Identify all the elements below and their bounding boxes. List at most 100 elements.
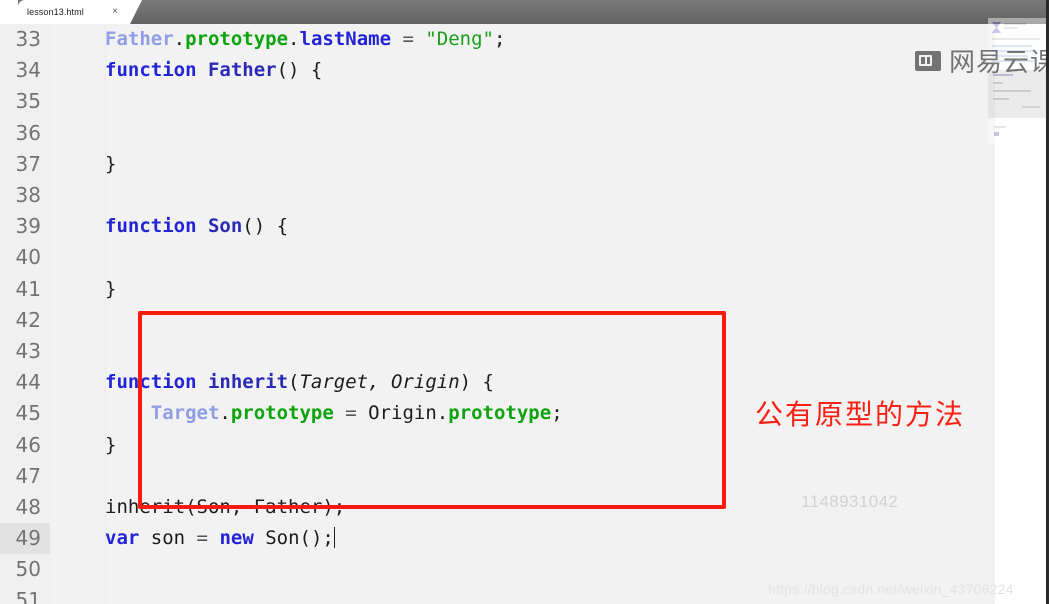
tab-lesson13-html[interactable]: lesson13.html × <box>18 0 142 24</box>
code-token: ( <box>288 371 300 394</box>
tab-label: lesson13.html <box>27 7 84 17</box>
code-line[interactable]: 33 Father.prototype.lastName = "Deng"; <box>0 24 995 55</box>
line-number: 33 <box>15 27 41 52</box>
netease-watermark: 网易云课 <box>915 42 1049 79</box>
line-number: 50 <box>15 557 41 582</box>
code-token: ; <box>493 28 506 51</box>
source-url-watermark: https://blog.csdn.net/weixin_43706224 <box>768 581 1014 597</box>
code-token: "Deng" <box>425 28 494 51</box>
code-token: Father <box>105 28 174 51</box>
code-token: Father <box>207 59 277 82</box>
line-number: 49 <box>0 523 50 555</box>
line-number: 39 <box>15 214 41 239</box>
ghost-line <box>993 90 1031 92</box>
code-line[interactable]: 38 <box>0 180 995 211</box>
line-number: 35 <box>15 89 41 114</box>
line-number: 45 <box>15 401 41 426</box>
code-token: = <box>333 402 369 425</box>
code-token <box>333 527 335 549</box>
code-token: function <box>105 59 208 82</box>
ghost-line <box>994 132 999 136</box>
code-token: inherit <box>207 371 289 394</box>
line-number: 37 <box>15 151 41 176</box>
code-token: Target <box>150 402 220 425</box>
code-line[interactable]: 43 <box>0 336 995 367</box>
line-number: 34 <box>15 58 41 83</box>
ghost-line <box>993 82 1003 84</box>
code-line[interactable]: 37} <box>0 149 995 180</box>
code-token: } <box>105 433 117 456</box>
line-number: 40 <box>15 245 41 270</box>
code-line[interactable]: 34 function Father() { <box>0 55 995 86</box>
code-token: prototype <box>448 402 552 425</box>
code-token: = <box>196 527 208 550</box>
ghost-page-overlay <box>988 18 1046 144</box>
line-number: 43 <box>15 338 41 363</box>
code-token: ) { <box>459 371 494 394</box>
code-token: lastName <box>299 28 392 51</box>
code-token: . <box>436 402 449 425</box>
code-token: prototype <box>185 28 289 51</box>
editor-tab-bar: lesson13.html × <box>0 0 1046 24</box>
code-line[interactable]: 41} <box>0 274 995 305</box>
code-line-text: var son = new Son(); <box>50 523 995 554</box>
code-token: . <box>219 402 231 425</box>
code-token: } <box>105 152 117 175</box>
line-number: 41 <box>15 276 41 301</box>
code-token: () { <box>276 59 323 82</box>
code-token: Origin <box>368 402 437 425</box>
code-line-text: } <box>50 274 995 305</box>
code-line[interactable]: 39 function Son() { <box>0 211 995 242</box>
code-line[interactable]: 49 var son = new Son(); <box>0 523 995 555</box>
code-token: ; <box>551 402 563 425</box>
code-token: Target, Origin <box>299 371 460 394</box>
code-line[interactable]: 40 <box>0 242 995 273</box>
code-token: function <box>105 215 208 238</box>
code-token: function <box>105 371 208 394</box>
netease-watermark-text: 网易云课 <box>949 48 1049 78</box>
code-token: . <box>288 28 300 51</box>
ghost-line <box>993 98 1009 100</box>
line-number: 47 <box>15 463 41 488</box>
code-lines[interactable]: 33 Father.prototype.lastName = "Deng"; 34 f… <box>0 24 995 604</box>
line-number: 44 <box>15 370 41 395</box>
close-icon[interactable]: × <box>112 7 118 17</box>
tab-bar-left-cap <box>0 0 18 24</box>
code-line-text: function Father() { <box>50 55 995 86</box>
book-screen-icon <box>915 50 941 71</box>
code-token: Son(); <box>253 527 334 550</box>
code-line[interactable]: 36 <box>0 118 995 149</box>
screenshot-root: lesson13.html × 33 Father.prototype.lastN… <box>0 0 1049 604</box>
ghost-line <box>1022 106 1040 108</box>
code-token: } <box>105 277 117 300</box>
code-editor[interactable]: 33 Father.prototype.lastName = "Deng"; 34 f… <box>0 24 995 604</box>
code-token: son <box>139 527 197 550</box>
code-line[interactable]: 47 <box>0 461 995 492</box>
code-line-text: } <box>50 430 995 461</box>
annotation-text: 公有原型的方法 <box>755 398 966 431</box>
code-token: () { <box>242 215 289 238</box>
code-token: prototype <box>230 402 334 425</box>
code-token: new <box>219 527 254 550</box>
line-number: 51 <box>15 588 41 604</box>
line-number: 38 <box>15 183 41 208</box>
ghost-line <box>1004 27 1018 29</box>
code-line-text: } <box>50 149 995 180</box>
ghost-line <box>1004 23 1026 25</box>
line-number: 36 <box>15 120 41 145</box>
code-token: . <box>173 28 186 51</box>
code-line-text: function Son() { <box>50 211 995 242</box>
ghost-line <box>994 126 1006 128</box>
line-number: 48 <box>15 494 41 519</box>
line-number: 42 <box>15 307 41 332</box>
code-token: inherit(Son, Father); <box>105 495 346 518</box>
code-line[interactable]: 42 <box>0 305 995 336</box>
code-token: var <box>105 527 140 550</box>
line-number: 46 <box>15 432 41 457</box>
code-token: = <box>391 28 426 51</box>
code-line[interactable]: 46} <box>0 429 995 460</box>
code-line[interactable]: 35 <box>0 86 995 117</box>
code-token: Son <box>207 215 243 238</box>
